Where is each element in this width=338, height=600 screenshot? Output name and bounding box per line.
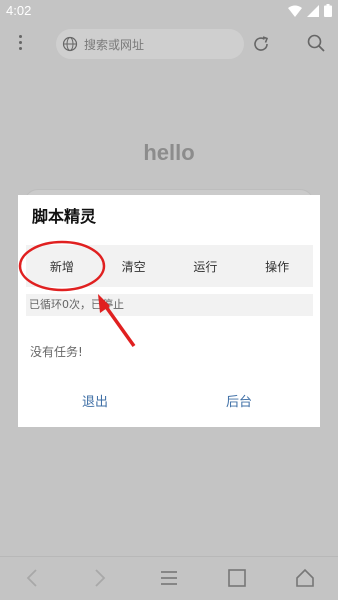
address-bar[interactable]: 搜索或网址	[56, 29, 244, 59]
bottom-nav	[0, 556, 338, 600]
exit-button[interactable]: 退出	[82, 391, 108, 410]
browser-toolbar: 搜索或网址	[0, 24, 338, 64]
home-icon[interactable]	[294, 567, 316, 589]
more-menu-icon[interactable]	[10, 32, 30, 56]
status-time: 4:02	[6, 3, 32, 18]
loop-status: 已循环0次，已停止	[26, 294, 313, 316]
dialog-title: 脚本精灵	[32, 207, 97, 226]
globe-icon	[62, 36, 78, 52]
back-icon[interactable]	[22, 567, 44, 589]
clear-button[interactable]: 清空	[98, 245, 170, 287]
forward-icon[interactable]	[88, 567, 110, 589]
operate-button[interactable]: 操作	[241, 245, 313, 287]
refresh-icon[interactable]	[251, 34, 271, 54]
task-message: 没有任务!	[30, 345, 83, 359]
add-button[interactable]: 新增	[26, 245, 98, 287]
address-placeholder: 搜索或网址	[84, 38, 145, 52]
menu-lines-icon[interactable]	[158, 567, 180, 589]
wifi-icon	[288, 5, 302, 17]
signal-icon	[307, 4, 319, 17]
script-dialog: 脚本精灵 新增 清空 运行 操作 已循环0次，已停止 没有任务! 退出 后台	[18, 195, 320, 427]
run-button[interactable]: 运行	[170, 245, 242, 287]
search-icon[interactable]	[306, 33, 326, 53]
status-bar: 4:02	[0, 0, 338, 24]
action-button-row: 新增 清空 运行 操作	[26, 245, 313, 287]
background-button[interactable]: 后台	[226, 391, 252, 410]
page-heading: hello	[143, 140, 195, 165]
battery-icon	[324, 4, 332, 17]
status-icons	[288, 4, 332, 17]
tabs-icon[interactable]	[226, 567, 248, 589]
